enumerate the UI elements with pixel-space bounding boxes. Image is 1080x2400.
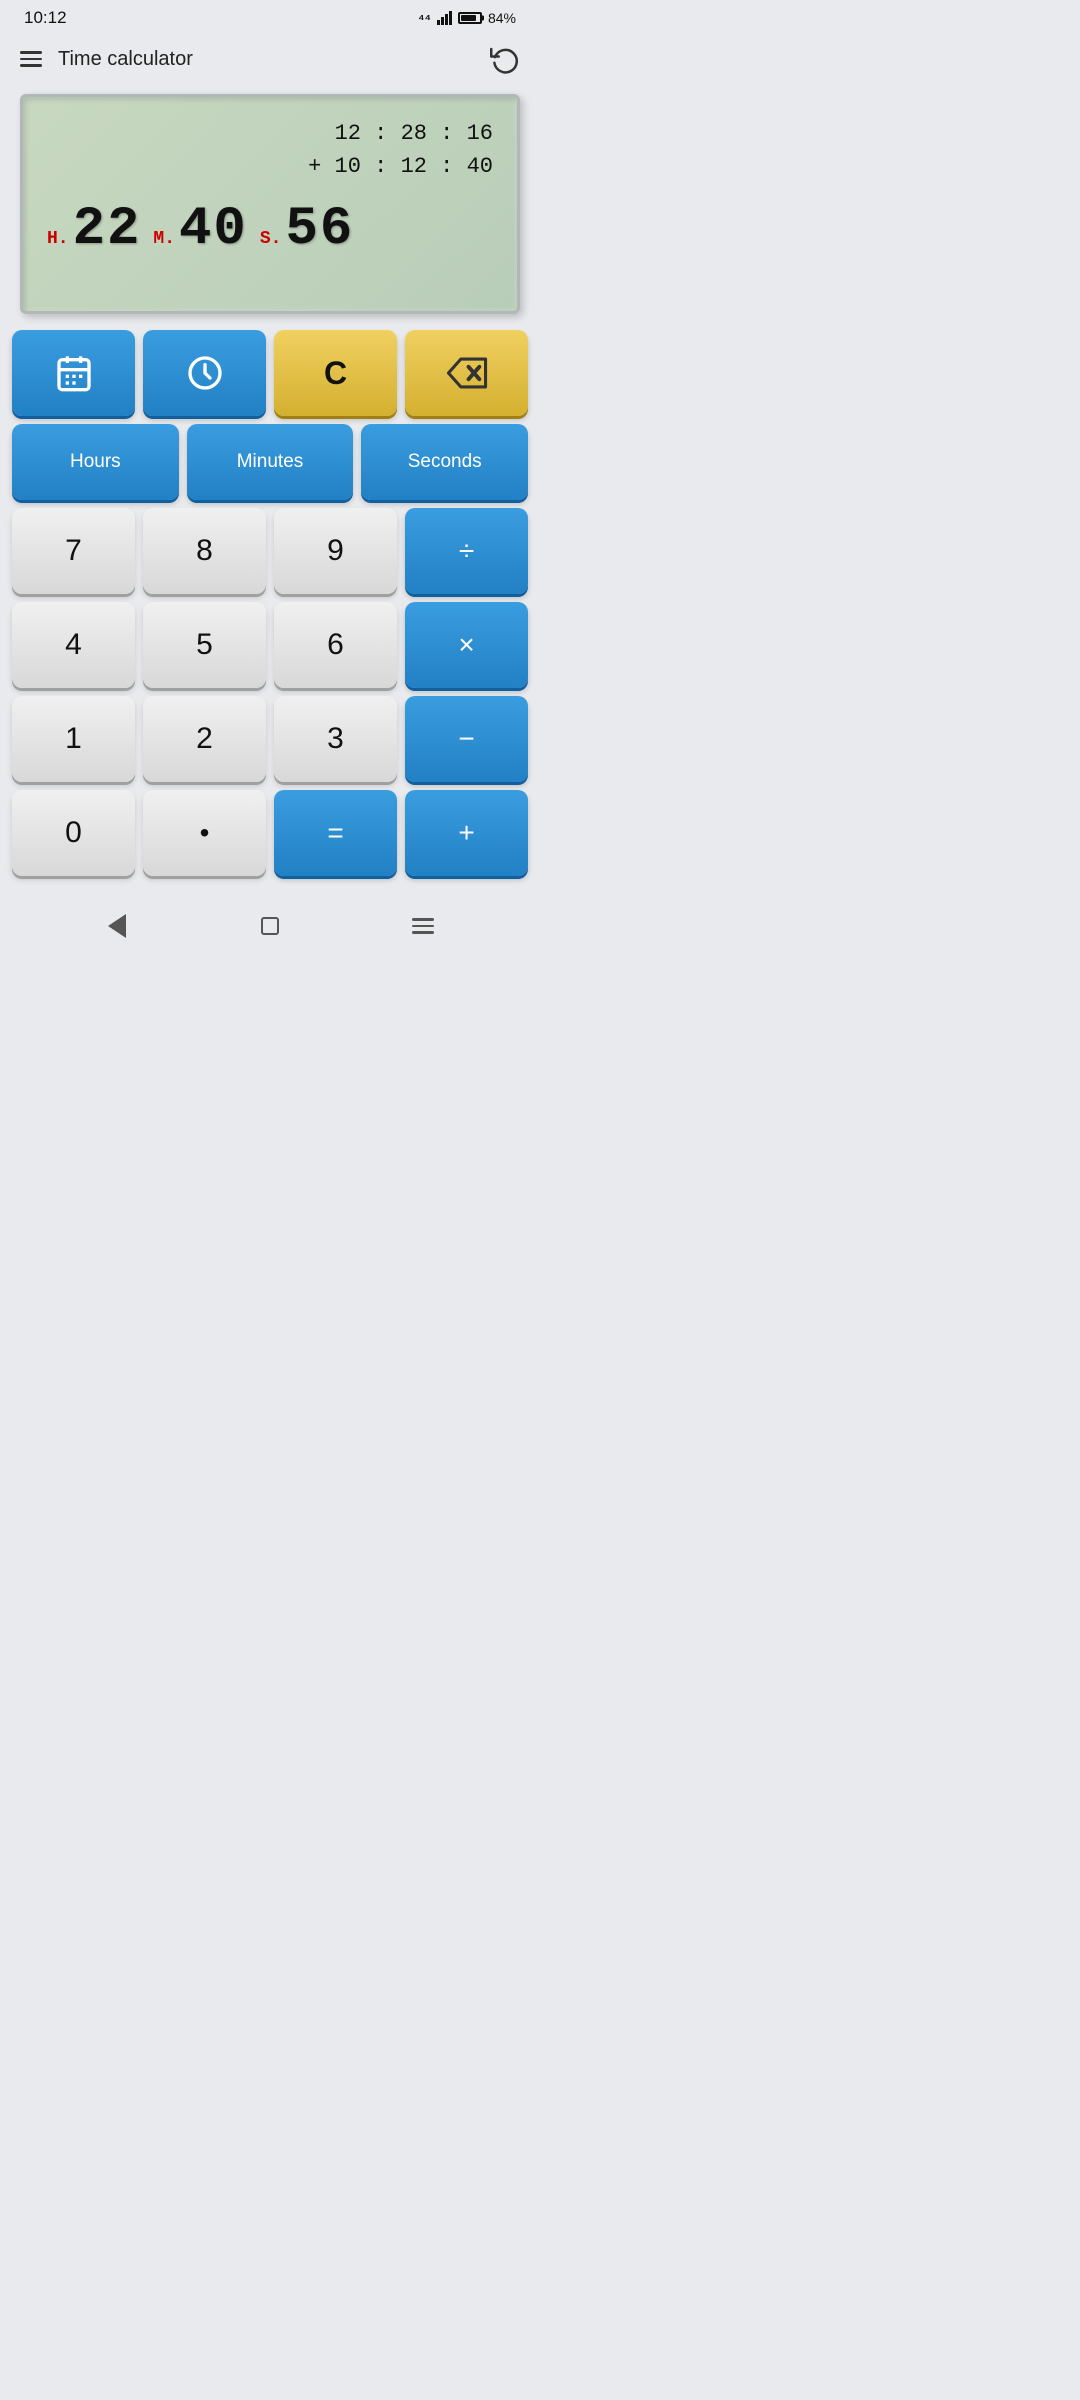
minus-button[interactable]: − xyxy=(405,696,528,782)
signal-icon xyxy=(437,11,452,25)
one-button[interactable]: 1 xyxy=(12,696,135,782)
battery-percent: 84% xyxy=(488,10,516,26)
five-label: 5 xyxy=(196,628,213,662)
multiply-button[interactable]: × xyxy=(405,602,528,688)
seconds-label-btn: Seconds xyxy=(408,451,482,473)
status-time: 10:12 xyxy=(24,8,67,28)
recents-button[interactable] xyxy=(405,908,441,944)
minutes-label: M. xyxy=(153,229,175,249)
display-line1: 12 : 28 : 16 xyxy=(47,117,493,150)
button-row-units: Hours Minutes Seconds xyxy=(12,424,528,500)
button-row-0: 0 • = + xyxy=(12,790,528,876)
divide-label: ÷ xyxy=(459,535,474,567)
seconds-label: S. xyxy=(260,229,282,249)
clear-label: C xyxy=(324,355,347,392)
history-button[interactable] xyxy=(490,44,520,74)
keypad: C Hours Minutes Seconds 7 8 9 xyxy=(12,330,528,876)
dot-label: • xyxy=(200,817,210,849)
four-label: 4 xyxy=(65,628,82,662)
six-label: 6 xyxy=(327,628,344,662)
zero-button[interactable]: 0 xyxy=(12,790,135,876)
nine-label: 9 xyxy=(327,534,344,568)
home-icon xyxy=(261,917,279,935)
minus-label: − xyxy=(458,723,474,755)
recents-icon xyxy=(412,918,434,934)
two-button[interactable]: 2 xyxy=(143,696,266,782)
five-button[interactable]: 5 xyxy=(143,602,266,688)
one-label: 1 xyxy=(65,722,82,756)
nine-button[interactable]: 9 xyxy=(274,508,397,594)
seven-button[interactable]: 7 xyxy=(12,508,135,594)
four-button[interactable]: 4 xyxy=(12,602,135,688)
equals-button[interactable]: = xyxy=(274,790,397,876)
display-result: H. 22 M. 40 S. 56 xyxy=(47,203,493,257)
button-row-123: 1 2 3 − xyxy=(12,696,528,782)
status-bar: 10:12 ⁴⁴ 84% xyxy=(0,0,540,32)
eight-button[interactable]: 8 xyxy=(143,508,266,594)
plus-label: + xyxy=(458,817,474,849)
button-row-456: 4 5 6 × xyxy=(12,602,528,688)
seven-label: 7 xyxy=(65,534,82,568)
display-line2: + 10 : 12 : 40 xyxy=(47,150,493,183)
button-row-1: C xyxy=(12,330,528,416)
three-button[interactable]: 3 xyxy=(274,696,397,782)
clock-button[interactable] xyxy=(143,330,266,416)
hours-value: 22 xyxy=(73,203,142,257)
six-button[interactable]: 6 xyxy=(274,602,397,688)
navigation-bar xyxy=(0,892,540,964)
button-row-789: 7 8 9 ÷ xyxy=(12,508,528,594)
two-label: 2 xyxy=(196,722,213,756)
signal-label: ⁴⁴ xyxy=(418,11,431,26)
app-bar-left: Time calculator xyxy=(20,48,193,71)
status-icons: ⁴⁴ 84% xyxy=(418,10,516,26)
minutes-button[interactable]: Minutes xyxy=(187,424,354,500)
hours-button[interactable]: Hours xyxy=(12,424,179,500)
three-label: 3 xyxy=(327,722,344,756)
home-button[interactable] xyxy=(252,908,288,944)
seconds-value: 56 xyxy=(285,203,354,257)
multiply-label: × xyxy=(458,629,474,661)
minutes-value: 40 xyxy=(179,203,248,257)
equals-label: = xyxy=(327,817,343,849)
plus-button[interactable]: + xyxy=(405,790,528,876)
battery-icon xyxy=(458,12,482,24)
zero-label: 0 xyxy=(65,816,82,850)
clear-button[interactable]: C xyxy=(274,330,397,416)
back-button[interactable] xyxy=(99,908,135,944)
display-expressions: 12 : 28 : 16 + 10 : 12 : 40 xyxy=(47,117,493,183)
app-bar: Time calculator xyxy=(0,32,540,86)
app-title: Time calculator xyxy=(58,48,193,71)
dot-button[interactable]: • xyxy=(143,790,266,876)
minutes-label-btn: Minutes xyxy=(237,451,304,473)
hamburger-menu-button[interactable] xyxy=(20,51,42,67)
back-icon xyxy=(108,914,126,938)
eight-label: 8 xyxy=(196,534,213,568)
calendar-button[interactable] xyxy=(12,330,135,416)
hours-label: H. xyxy=(47,229,69,249)
hours-label-btn: Hours xyxy=(70,451,121,473)
backspace-button[interactable] xyxy=(405,330,528,416)
divide-button[interactable]: ÷ xyxy=(405,508,528,594)
calculator-display: 12 : 28 : 16 + 10 : 12 : 40 H. 22 M. 40 … xyxy=(20,94,520,314)
seconds-button[interactable]: Seconds xyxy=(361,424,528,500)
